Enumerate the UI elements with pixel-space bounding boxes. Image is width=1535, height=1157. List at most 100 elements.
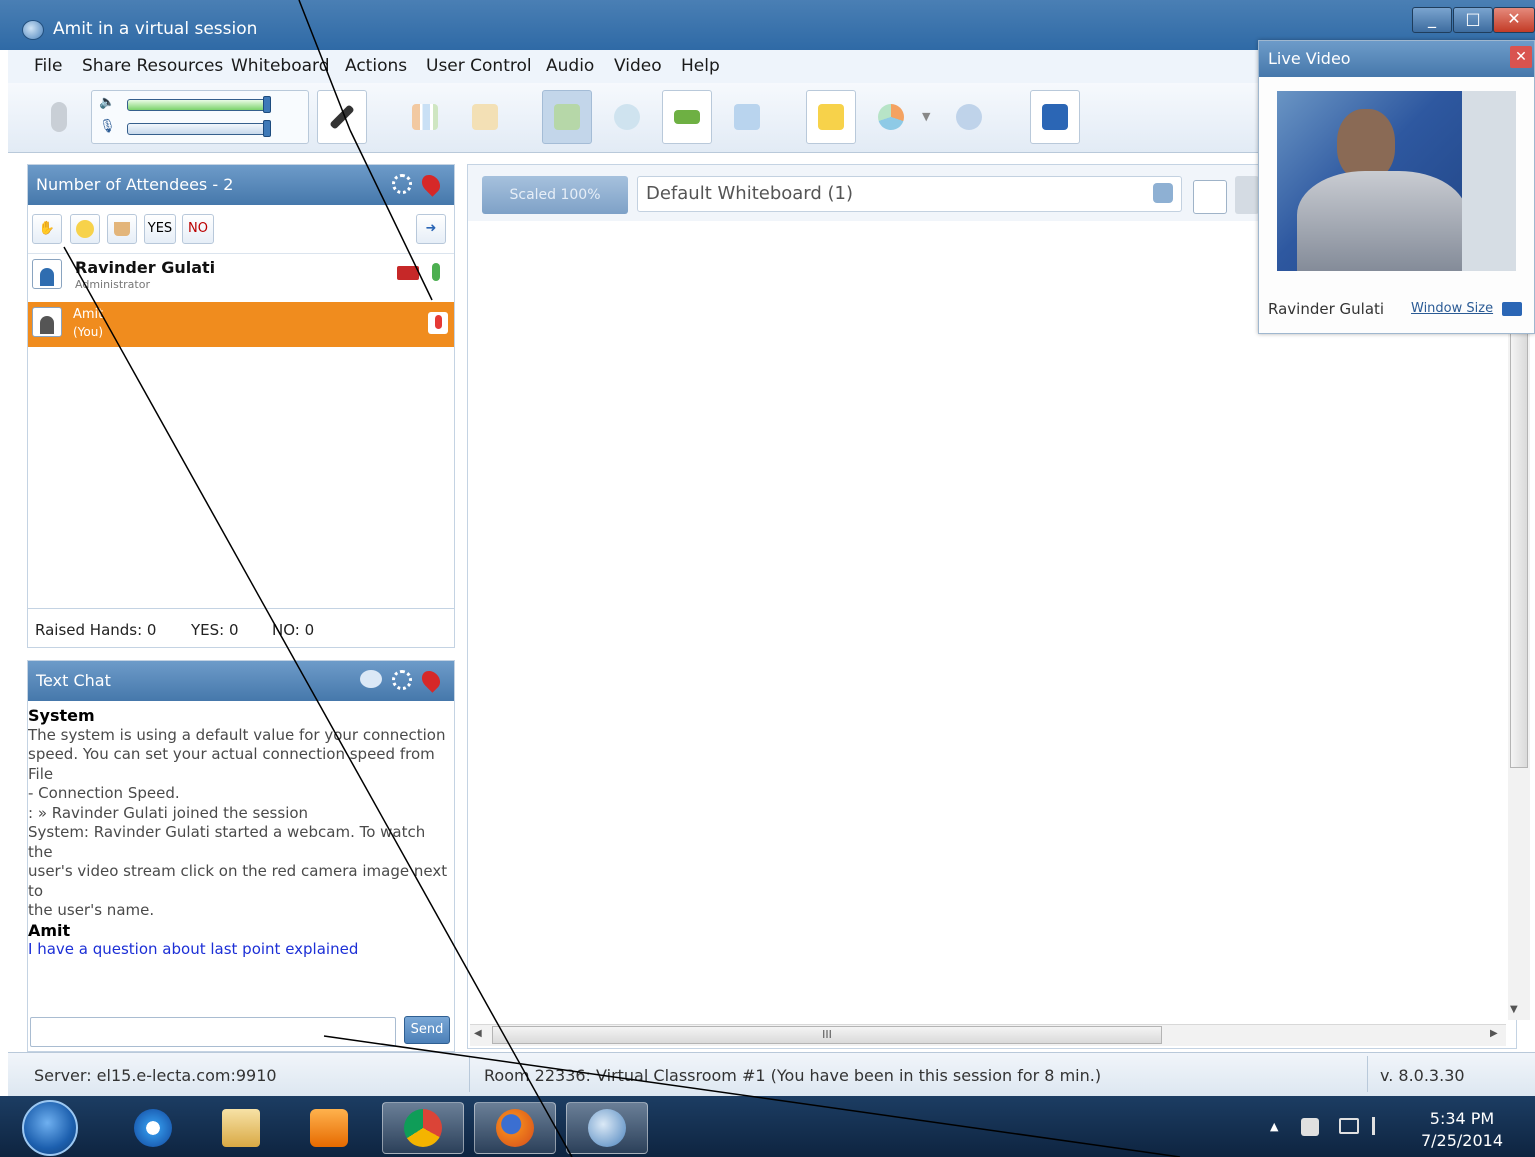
globe-icon: [614, 104, 640, 130]
arrow-right-icon: ➜: [425, 221, 437, 236]
settings-gear-icon[interactable]: [392, 174, 412, 194]
menu-video[interactable]: Video: [614, 56, 662, 76]
whiteboard-tool-button[interactable]: [1235, 176, 1259, 214]
scroll-right-arrow-icon[interactable]: ▶: [1490, 1028, 1498, 1039]
chat-line: I have a question about last point expla…: [28, 940, 359, 958]
hand-icon: ✋: [38, 221, 56, 236]
attendee-name: Amit: [73, 307, 104, 322]
menu-whiteboard[interactable]: Whiteboard: [231, 56, 330, 76]
scroll-left-arrow-icon[interactable]: ◀: [474, 1028, 482, 1039]
pie-chart-icon: [878, 104, 904, 130]
fullscreen-button[interactable]: [1030, 90, 1080, 144]
window-title: Amit in a virtual session: [53, 19, 258, 39]
tray-clock[interactable]: 5:34 PM 7/25/2014: [1412, 1108, 1512, 1152]
live-video-close-icon[interactable]: ✕: [1510, 46, 1532, 68]
users-icon[interactable]: [360, 670, 382, 688]
whiteboard-select-tool[interactable]: [1193, 180, 1227, 214]
web-browser-button[interactable]: [602, 90, 652, 144]
microphone-icon: [51, 102, 67, 132]
network-icon[interactable]: [1339, 1118, 1359, 1134]
scale-button[interactable]: Scaled 100%: [482, 176, 628, 214]
video-user-name: Ravinder Gulati: [1268, 300, 1385, 318]
close-button[interactable]: ✕: [1493, 7, 1535, 33]
yes-button[interactable]: YES: [144, 214, 176, 244]
feedback-button[interactable]: [866, 90, 916, 144]
monitor-icon: [734, 104, 760, 130]
chat-log: System The system is using a default val…: [28, 706, 454, 1006]
raise-hand-button[interactable]: ✋: [32, 214, 62, 244]
menu-user-control[interactable]: User Control: [426, 56, 532, 76]
away-button[interactable]: [107, 214, 137, 244]
mic-volume-slider[interactable]: [127, 123, 271, 135]
menu-audio[interactable]: Audio: [546, 56, 594, 76]
attendees-header: Number of Attendees - 2: [28, 165, 454, 205]
webcam-button[interactable]: [662, 90, 712, 144]
action-center-flag-icon[interactable]: [1372, 1117, 1388, 1135]
taskbar-chrome[interactable]: [382, 1102, 464, 1154]
notes-button[interactable]: [806, 90, 856, 144]
breakout-rooms-button[interactable]: [944, 90, 994, 144]
chat-line: System: Ravinder Gulati started a webcam…: [28, 823, 426, 861]
poll-results-button[interactable]: [400, 90, 450, 144]
speaker-muted-icon[interactable]: [1301, 1118, 1319, 1136]
window-size-link[interactable]: Window Size: [1411, 301, 1493, 316]
horizontal-scroll-thumb[interactable]: III: [492, 1026, 1162, 1044]
server-status: Server: el15.e-lecta.com:9910: [34, 1066, 277, 1085]
camera-icon: [674, 110, 700, 124]
settings-gear-icon[interactable]: [392, 670, 412, 690]
menu-share-resources[interactable]: Share Resources: [82, 56, 223, 76]
taskbar-file-explorer[interactable]: [200, 1102, 282, 1154]
status-divider: [1367, 1056, 1368, 1092]
scroll-down-arrow-icon[interactable]: ▼: [1510, 1004, 1518, 1015]
coffee-cup-icon: [114, 221, 130, 236]
send-button[interactable]: Send: [404, 1016, 450, 1044]
chat-input[interactable]: [30, 1017, 396, 1047]
firefox-icon: [496, 1109, 534, 1147]
red-camera-icon[interactable]: [397, 266, 419, 280]
taskbar-internet-explorer[interactable]: [112, 1102, 194, 1154]
media-player-icon: [310, 1109, 348, 1147]
no-count: NO: 0: [272, 621, 315, 639]
sticky-note-icon: [818, 104, 844, 130]
smile-button[interactable]: [70, 214, 100, 244]
tray-expand-icon[interactable]: ▲: [1270, 1120, 1278, 1133]
menu-file[interactable]: File: [34, 56, 62, 76]
globe-icon: [588, 1109, 626, 1147]
whiteboard-button[interactable]: [542, 90, 592, 144]
attendee-role: Administrator: [75, 278, 150, 291]
start-button[interactable]: [22, 1100, 78, 1156]
taskbar-firefox[interactable]: [474, 1102, 556, 1154]
camera-icon[interactable]: [1502, 302, 1522, 316]
mic-volume-knob[interactable]: [263, 120, 271, 137]
speaker-icon: 🔈: [99, 95, 116, 110]
share-arrow-button[interactable]: ➜: [416, 214, 446, 244]
mic-muted-icon[interactable]: [428, 312, 448, 334]
audio-wizard-button[interactable]: [317, 90, 367, 144]
taskbar-media-player[interactable]: [288, 1102, 370, 1154]
speaker-volume-slider[interactable]: [127, 99, 271, 111]
menu-help[interactable]: Help: [681, 56, 720, 76]
folder-icon: [472, 104, 498, 130]
screen-share-button[interactable]: [722, 90, 772, 144]
speaker-volume-knob[interactable]: [263, 96, 271, 113]
no-button[interactable]: NO: [182, 214, 214, 244]
folder-icon: [222, 1109, 260, 1147]
user-avatar-icon: [32, 307, 62, 337]
menu-actions[interactable]: Actions: [345, 56, 407, 76]
live-video-title: Live Video: [1259, 41, 1534, 77]
share-files-button[interactable]: [460, 90, 510, 144]
dropdown-arrow-icon[interactable]: [1153, 183, 1173, 203]
bar-chart-icon: [412, 104, 438, 130]
minimize-button[interactable]: _: [1412, 7, 1452, 33]
microphone-button[interactable]: [34, 90, 84, 144]
chevron-down-icon[interactable]: ▼: [922, 110, 930, 123]
taskbar-virtual-classroom[interactable]: [566, 1102, 648, 1154]
app-globe-icon: [22, 20, 44, 40]
whiteboard-select[interactable]: Default Whiteboard (1): [637, 176, 1182, 212]
clock-time: 5:34 PM: [1429, 1109, 1495, 1128]
users-icon: [956, 104, 982, 130]
vertical-scroll-thumb[interactable]: [1510, 320, 1528, 768]
user-avatar-icon: [32, 259, 62, 289]
maximize-button[interactable]: □: [1453, 7, 1493, 33]
chat-line: The system is using a default value for …: [28, 725, 446, 744]
